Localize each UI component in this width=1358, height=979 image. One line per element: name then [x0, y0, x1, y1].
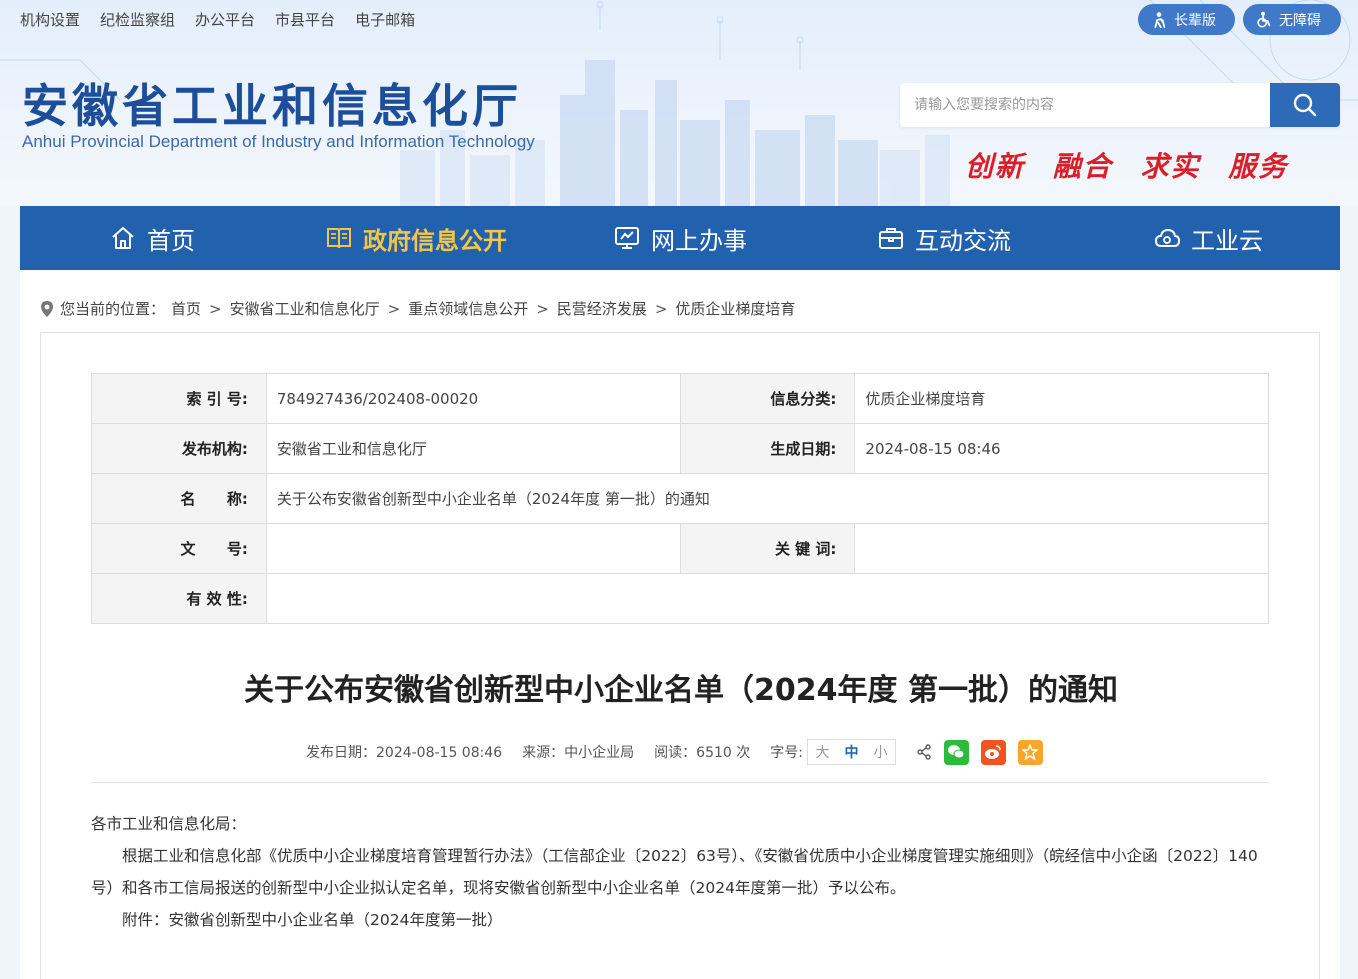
breadcrumb-link[interactable]: 安徽省工业和信息化厅 — [230, 298, 380, 319]
font-size-label: 字号: — [770, 745, 803, 761]
book-icon — [327, 228, 351, 249]
top-link-discipline[interactable]: 纪检监察组 — [100, 9, 175, 30]
font-size-large[interactable]: 大 — [808, 740, 837, 764]
slogan-word: 融合 — [1052, 150, 1113, 183]
breadcrumb-link[interactable]: 首页 — [171, 298, 201, 319]
main-content: 您当前的位置： 首页 > 安徽省工业和信息化厅 > 重点领域信息公开 > 民营经… — [20, 270, 1340, 979]
date-label: 生成日期: — [679, 423, 856, 474]
slogan-word: 服务 — [1228, 150, 1289, 183]
location-pin-icon — [41, 300, 53, 317]
breadcrumb-prefix: 您当前的位置： — [60, 300, 166, 318]
breadcrumb-link[interactable]: 民营经济发展 — [557, 298, 647, 319]
share-icon — [917, 744, 931, 760]
nav-item-label: 工业云 — [1191, 226, 1263, 255]
top-link-org[interactable]: 机构设置 — [20, 9, 80, 30]
top-link-city[interactable]: 市县平台 — [275, 9, 335, 30]
accessibility-label: 无障碍 — [1279, 12, 1321, 29]
table-row: 名 称: 关于公布安徽省创新型中小企业名单（2024年度 第一批）的通知 — [91, 473, 1270, 524]
nav-item-label: 互动交流 — [915, 226, 1011, 255]
breadcrumb-separator: > — [387, 299, 401, 318]
nav-item-industry-cloud[interactable]: 工业云 — [1076, 206, 1340, 270]
article-panel: 索 引 号: 784927436/202408-00020 信息分类: 优质企业… — [40, 332, 1320, 979]
publish-date: 发布日期：2024-08-15 08:46 — [306, 745, 503, 761]
slogan-word: 求实 — [1140, 150, 1201, 183]
name-value: 关于公布安徽省创新型中小企业名单（2024年度 第一批）的通知 — [265, 473, 1270, 524]
nav-item-online-service[interactable]: 网上办事 — [548, 206, 812, 270]
search-icon — [1293, 93, 1317, 117]
table-row: 索 引 号: 784927436/202408-00020 信息分类: 优质企业… — [91, 373, 1269, 424]
nav-item-label: 网上办事 — [651, 226, 747, 255]
index-label: 索 引 号: — [91, 373, 267, 424]
accessibility-button[interactable]: 无障碍 — [1243, 4, 1341, 35]
elder-mode-label: 长辈版 — [1174, 12, 1216, 29]
top-link-office[interactable]: 办公平台 — [195, 9, 255, 30]
breadcrumb-separator: > — [536, 299, 549, 318]
category-label: 信息分类: — [679, 373, 856, 424]
keywords-value — [854, 523, 1269, 574]
cloud-icon — [1154, 228, 1181, 247]
view-count: 阅读：6510 次 — [654, 745, 751, 761]
publisher-label: 发布机构: — [91, 423, 267, 474]
divider — [91, 782, 1269, 783]
table-row: 发布机构: 安徽省工业和信息化厅 生成日期: 2024-08-15 08:46 — [91, 423, 1269, 474]
validity-label: 有 效 性: — [91, 573, 267, 624]
article-body: 各市工业和信息化局： 根据工业和信息化部《优质中小企业梯度培育管理暂行办法》（工… — [91, 808, 1269, 936]
font-size-medium[interactable]: 中 — [837, 740, 866, 764]
top-links: 机构设置 纪检监察组 办公平台 市县平台 电子邮箱 — [20, 9, 415, 30]
breadcrumb: 您当前的位置： 首页 > 安徽省工业和信息化厅 > 重点领域信息公开 > 民营经… — [40, 298, 795, 319]
info-table: 索 引 号: 784927436/202408-00020 信息分类: 优质企业… — [91, 373, 1270, 624]
font-size-small[interactable]: 小 — [866, 740, 895, 764]
briefcase-icon — [879, 228, 903, 249]
wheelchair-icon — [1257, 11, 1271, 28]
docno-value — [265, 523, 681, 574]
docno-label: 文 号: — [91, 523, 267, 574]
site-subtitle: Anhui Provincial Department of Industry … — [22, 132, 535, 151]
font-size-switcher: 大 中 小 — [806, 739, 896, 765]
wechat-share-icon[interactable] — [943, 739, 969, 765]
site-title: 安徽省工业和信息化厅 — [22, 79, 522, 133]
slogan: 创新 融合 求实 服务 — [965, 145, 1304, 185]
home-icon — [112, 227, 134, 249]
validity-value — [265, 573, 1270, 624]
category-value: 优质企业梯度培育 — [854, 373, 1269, 424]
site-header: 机构设置 纪检监察组 办公平台 市县平台 电子邮箱 长辈版 无障碍 安徽省工业和… — [0, 0, 1358, 206]
nav-item-label: 首页 — [147, 226, 195, 255]
breadcrumb-separator: > — [654, 299, 668, 318]
publisher-value: 安徽省工业和信息化厅 — [265, 423, 681, 474]
attachment-prefix: 附件： — [122, 911, 169, 929]
table-row: 文 号: 关 键 词: — [91, 523, 1269, 574]
attachment-line: 附件：安徽省创新型中小企业名单（2024年度第一批） — [91, 904, 1269, 936]
slogan-word: 创新 — [965, 150, 1026, 183]
top-link-email[interactable]: 电子邮箱 — [355, 9, 415, 30]
weibo-share-icon[interactable] — [980, 739, 1006, 765]
nav-item-home[interactable]: 首页 — [20, 206, 284, 270]
attachment-link[interactable]: 安徽省创新型中小企业名单（2024年度第一批） — [169, 911, 503, 929]
share-bar — [916, 739, 1043, 765]
breadcrumb-link[interactable]: 重点领域信息公开 — [408, 298, 528, 319]
search-box — [900, 83, 1340, 127]
table-row: 有 效 性: — [91, 573, 1270, 624]
breadcrumb-link[interactable]: 优质企业梯度培育 — [675, 298, 795, 319]
article-greeting: 各市工业和信息化局： — [91, 815, 247, 833]
elder-icon — [1154, 11, 1166, 28]
date-value: 2024-08-15 08:46 — [854, 423, 1269, 474]
elder-mode-button[interactable]: 长辈版 — [1138, 4, 1235, 35]
nav-item-interaction[interactable]: 互动交流 — [812, 206, 1076, 270]
search-button[interactable] — [1270, 83, 1340, 127]
nav-item-label: 政府信息公开 — [363, 226, 507, 255]
index-value: 784927436/202408-00020 — [265, 373, 681, 424]
article-paragraph: 根据工业和信息化部《优质中小企业梯度培育管理暂行办法》（工信部企业〔2022〕6… — [91, 847, 1258, 897]
article-info-bar: 发布日期：2024-08-15 08:46 来源：中小企业局 阅读：6510 次… — [306, 739, 1043, 765]
name-label: 名 称: — [91, 473, 267, 524]
article-source: 来源：中小企业局 — [522, 745, 635, 761]
keywords-label: 关 键 词: — [679, 523, 856, 574]
monitor-icon — [615, 227, 639, 249]
search-input[interactable] — [900, 83, 1270, 127]
breadcrumb-separator: > — [209, 299, 222, 318]
main-nav: 首页 政府信息公开 网上办事 互动交流 工业云 — [20, 206, 1340, 270]
nav-item-gov-info[interactable]: 政府信息公开 — [284, 206, 548, 270]
favorite-star-icon[interactable] — [1017, 739, 1043, 765]
article-title: 关于公布安徽省创新型中小企业名单（2024年度 第一批）的通知 — [244, 673, 1118, 708]
